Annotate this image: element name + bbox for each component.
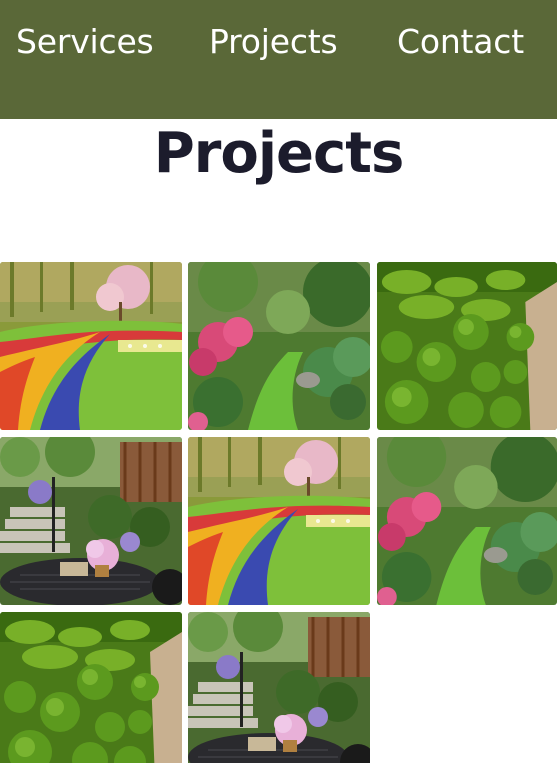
gallery-image-topiary-garden[interactable] (0, 612, 182, 763)
project-gallery (0, 262, 557, 763)
nav-link-projects[interactable]: Projects (209, 22, 338, 61)
gallery-image-topiary-garden[interactable] (377, 262, 557, 430)
gallery-image-patio-stairs[interactable] (0, 437, 182, 605)
gallery-image-tulip-garden[interactable] (188, 437, 370, 605)
gallery-image-woodland-path[interactable] (188, 262, 370, 430)
nav-link-services[interactable]: Services (16, 22, 154, 61)
nav-link-contact[interactable]: Contact (397, 22, 524, 61)
page-title: Projects (153, 121, 405, 186)
gallery-image-tulip-garden[interactable] (0, 262, 182, 430)
gallery-image-woodland-path[interactable] (377, 437, 557, 605)
top-navigation: Services Projects Contact (0, 0, 557, 119)
gallery-image-patio-stairs[interactable] (188, 612, 370, 763)
